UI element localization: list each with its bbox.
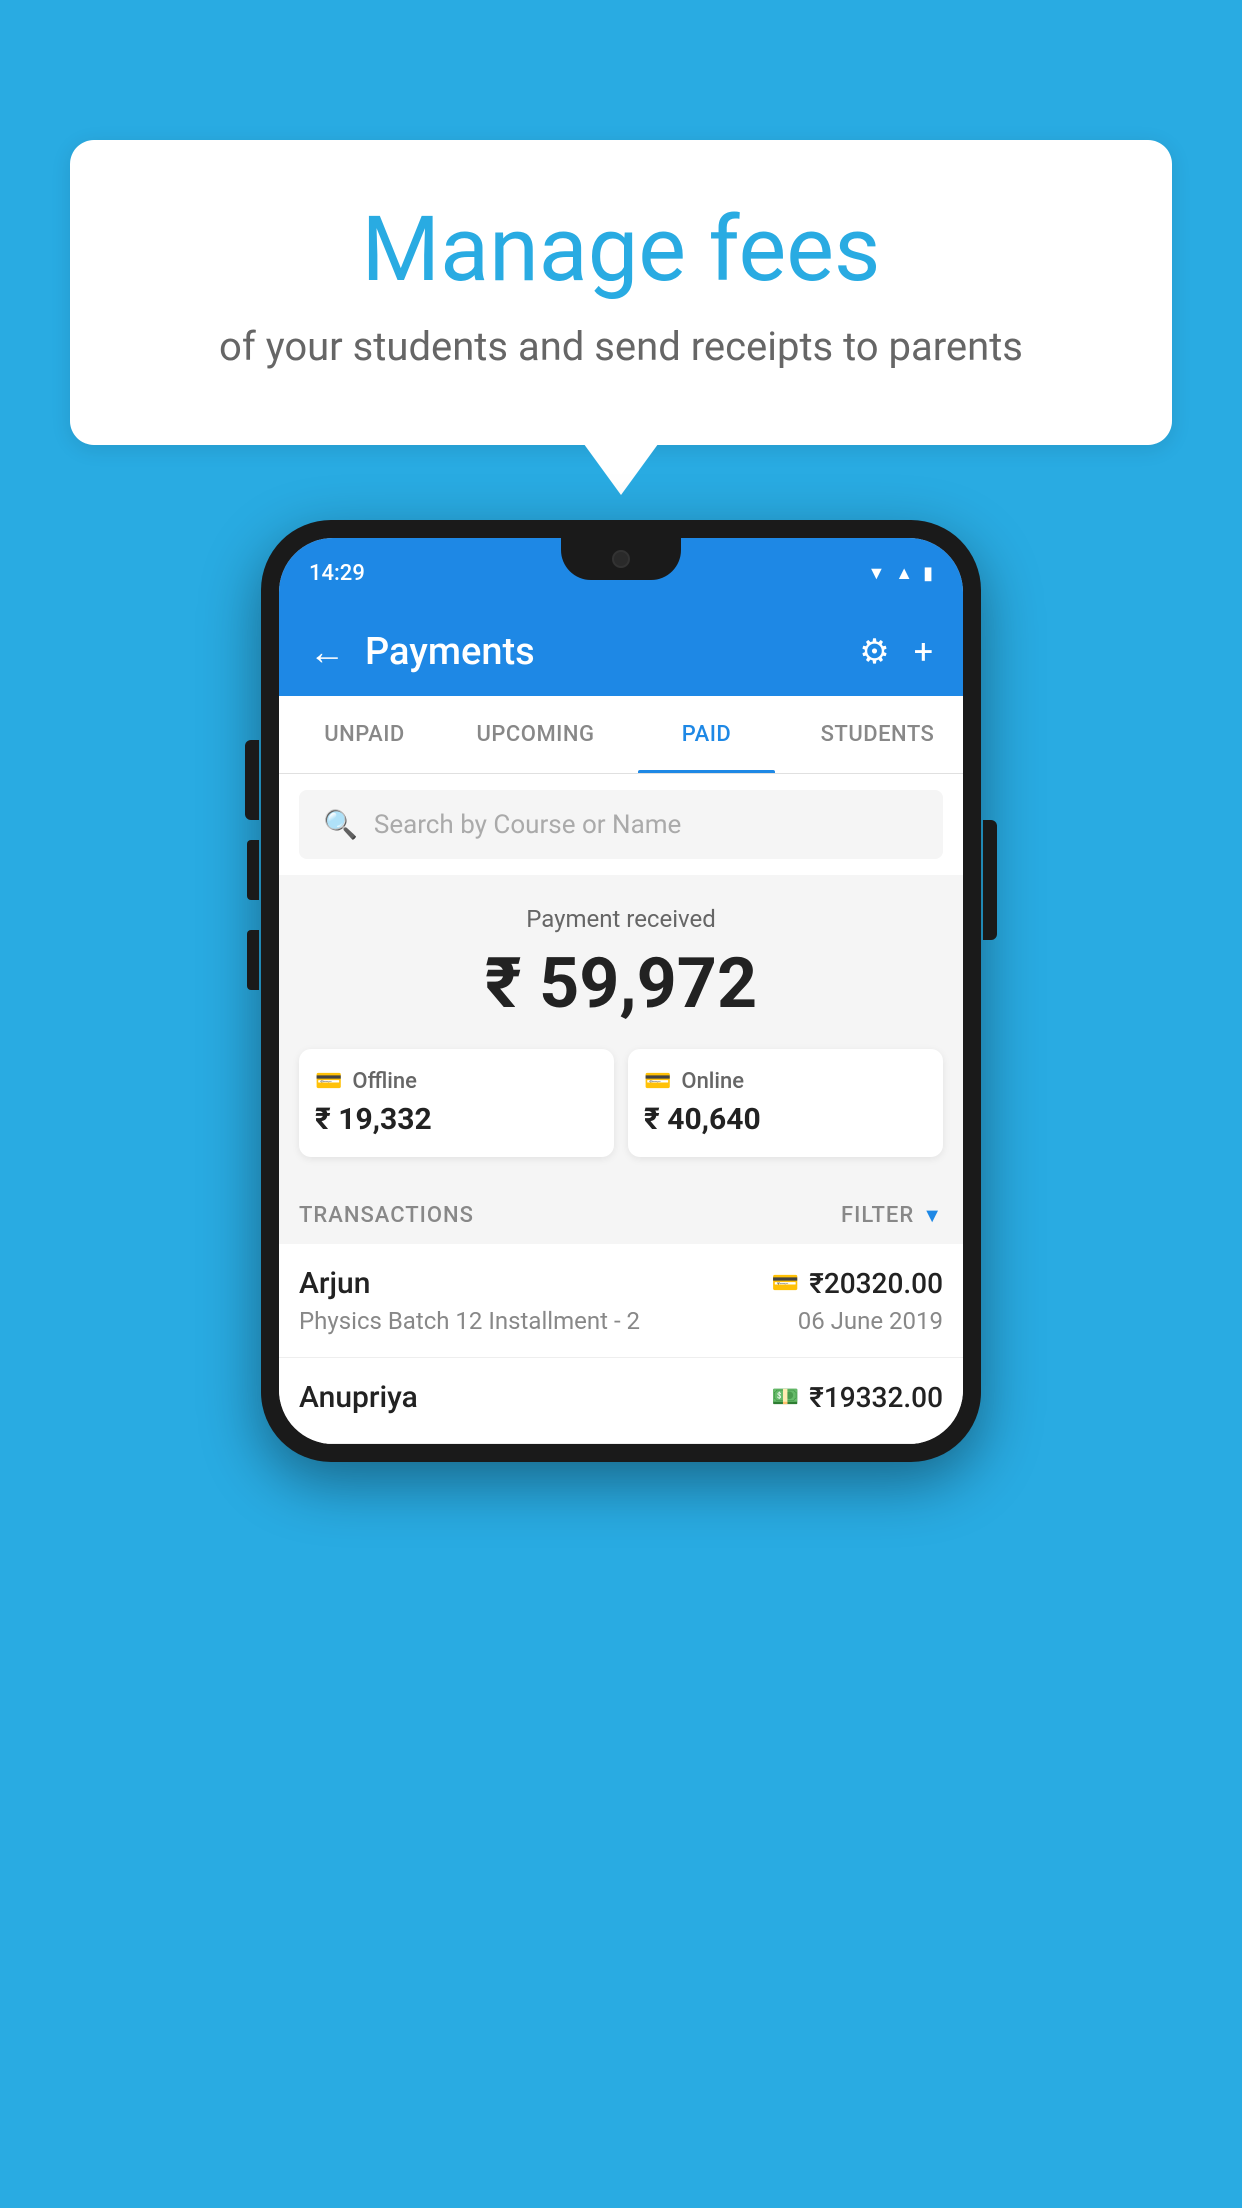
- volume-button-1: [247, 840, 259, 900]
- transaction-name: Arjun: [299, 1266, 370, 1301]
- tab-paid[interactable]: PAID: [621, 696, 792, 773]
- offline-type: Offline: [352, 1069, 416, 1094]
- search-bar[interactable]: 🔍 Search by Course or Name: [299, 790, 943, 859]
- transaction-course: Physics Batch 12 Installment - 2: [299, 1307, 640, 1335]
- back-button[interactable]: ←: [309, 634, 345, 670]
- offline-payment-icon: 💵: [772, 1385, 799, 1410]
- online-card: 💳 Online ₹ 40,640: [628, 1049, 943, 1157]
- tab-students[interactable]: STUDENTS: [792, 696, 963, 773]
- tab-upcoming[interactable]: UPCOMING: [450, 696, 621, 773]
- speech-bubble: Manage fees of your students and send re…: [70, 140, 1172, 445]
- transactions-header: TRANSACTIONS FILTER ▼: [279, 1187, 963, 1244]
- online-payment-icon: 💳: [772, 1271, 799, 1296]
- transaction-bottom: Physics Batch 12 Installment - 2 06 June…: [299, 1307, 943, 1335]
- filter-label: FILTER: [841, 1203, 914, 1228]
- status-icons: ▼ ▲ ▮: [867, 563, 933, 584]
- transaction-date: 06 June 2019: [798, 1307, 943, 1335]
- filter-button[interactable]: FILTER ▼: [841, 1203, 943, 1228]
- bubble-title: Manage fees: [150, 200, 1092, 299]
- speech-bubble-section: Manage fees of your students and send re…: [70, 140, 1172, 445]
- transactions-label: TRANSACTIONS: [299, 1203, 474, 1228]
- phone-device: 14:29 ▼ ▲ ▮ ← Payments ⚙ +: [261, 520, 981, 1462]
- payment-total: ₹ 59,972: [299, 943, 943, 1025]
- offline-amount: ₹ 19,332: [315, 1102, 598, 1137]
- online-icon: 💳: [644, 1069, 671, 1094]
- transaction-row[interactable]: Arjun 💳 ₹20320.00 Physics Batch 12 Insta…: [279, 1244, 963, 1358]
- offline-card-header: 💳 Offline: [315, 1069, 598, 1094]
- online-amount: ₹ 40,640: [644, 1102, 927, 1137]
- transaction-amount-2: ₹19332.00: [809, 1381, 943, 1414]
- signal-icon: ▲: [895, 563, 913, 584]
- transaction-amount: ₹20320.00: [809, 1267, 943, 1300]
- search-placeholder: Search by Course or Name: [374, 810, 681, 840]
- online-card-header: 💳 Online: [644, 1069, 927, 1094]
- app-header: ← Payments ⚙ +: [279, 608, 963, 696]
- camera: [612, 550, 630, 568]
- transaction-top: Arjun 💳 ₹20320.00: [299, 1266, 943, 1301]
- header-right: ⚙ +: [859, 632, 933, 672]
- payment-label: Payment received: [299, 905, 943, 933]
- offline-card: 💳 Offline ₹ 19,332: [299, 1049, 614, 1157]
- notch: [561, 538, 681, 580]
- search-icon: 🔍: [323, 808, 358, 841]
- transaction-amount-wrapper-2: 💵 ₹19332.00: [772, 1381, 943, 1414]
- add-icon[interactable]: +: [914, 632, 933, 672]
- transaction-row[interactable]: Anupriya 💵 ₹19332.00: [279, 1358, 963, 1444]
- battery-icon: ▮: [923, 563, 933, 584]
- header-left: ← Payments: [309, 630, 535, 674]
- tab-unpaid[interactable]: UNPAID: [279, 696, 450, 773]
- transaction-amount-wrapper: 💳 ₹20320.00: [772, 1267, 943, 1300]
- tabs-container: UNPAID UPCOMING PAID STUDENTS: [279, 696, 963, 774]
- payment-received-section: Payment received ₹ 59,972 💳 Offline ₹ 19…: [279, 875, 963, 1187]
- phone-screen: 14:29 ▼ ▲ ▮ ← Payments ⚙ +: [279, 538, 963, 1444]
- payment-cards: 💳 Offline ₹ 19,332 💳 Online ₹ 40,640: [299, 1049, 943, 1157]
- bubble-subtitle: of your students and send receipts to pa…: [150, 319, 1092, 375]
- transaction-name-2: Anupriya: [299, 1380, 418, 1415]
- search-container: 🔍 Search by Course or Name: [279, 774, 963, 875]
- settings-icon[interactable]: ⚙: [859, 632, 889, 672]
- phone-frame: 14:29 ▼ ▲ ▮ ← Payments ⚙ +: [261, 520, 981, 1462]
- filter-icon: ▼: [922, 1203, 943, 1228]
- online-type: Online: [681, 1069, 744, 1094]
- wifi-icon: ▼: [867, 563, 885, 584]
- offline-icon: 💳: [315, 1069, 342, 1094]
- header-title: Payments: [365, 630, 535, 674]
- transaction-top: Anupriya 💵 ₹19332.00: [299, 1380, 943, 1415]
- status-time: 14:29: [309, 561, 365, 586]
- status-bar: 14:29 ▼ ▲ ▮: [279, 538, 963, 608]
- volume-button-2: [247, 930, 259, 990]
